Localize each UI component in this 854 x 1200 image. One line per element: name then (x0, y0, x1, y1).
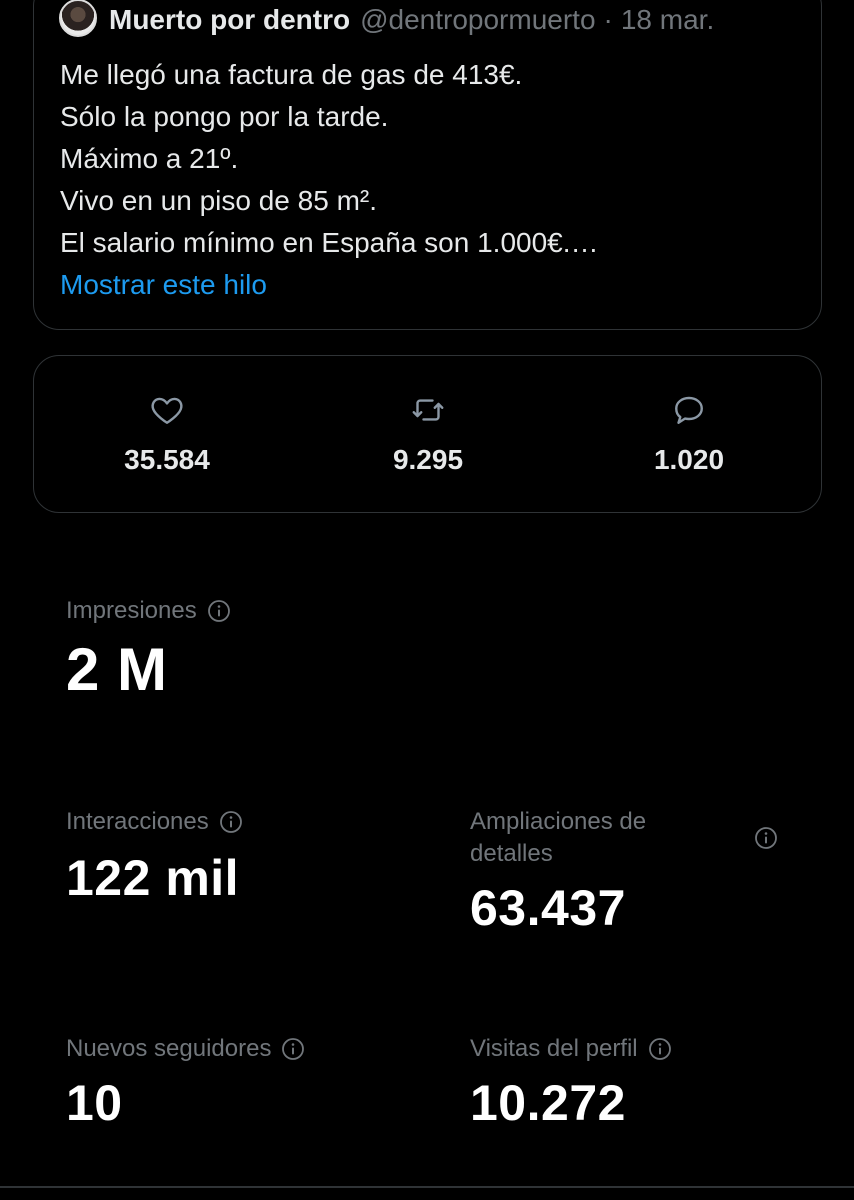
new-followers-label: Nuevos seguidores (66, 1035, 272, 1062)
tweet-text-line: El salario mínimo en España son 1.000€.… (60, 227, 599, 258)
interactions-label: Interacciones (66, 808, 209, 835)
tweet-text-line: Máximo a 21º. (60, 143, 239, 174)
divider (0, 1186, 854, 1188)
profile-visits-label-row: Visitas del perfil (470, 1033, 672, 1065)
detail-expands-metric: Ampliaciones de detalles 63.437 (470, 806, 800, 938)
replies-count: 1.020 (653, 444, 725, 475)
profile-visits-metric: Visitas del perfil 10.272 (470, 1033, 672, 1133)
retweets-count: 9.295 (392, 444, 464, 475)
impressions-metric: Impresiones 2 M (66, 595, 231, 705)
profile-visits-value: 10.272 (470, 1075, 626, 1131)
show-thread-link[interactable]: Mostrar este hilo (60, 265, 267, 305)
header-separator: · (603, 4, 613, 35)
info-icon[interactable] (754, 826, 778, 850)
profile-visits-label: Visitas del perfil (470, 1035, 638, 1062)
interactions-label-row: Interacciones (66, 806, 243, 838)
tweet-header: Muerto por dentro @dentropormuerto · 18 … (59, 0, 714, 38)
new-followers-label-row: Nuevos seguidores (66, 1033, 305, 1065)
detail-expands-label-line2: detalles (470, 840, 553, 867)
author-name[interactable]: Muerto por dentro (109, 4, 350, 36)
info-icon[interactable] (219, 810, 243, 834)
impressions-label-row: Impresiones (66, 595, 231, 627)
heart-icon (151, 397, 183, 424)
engagement-box: 35.584 9.295 1.020 (33, 355, 822, 513)
detail-expands-label-line1: Ampliaciones de (470, 808, 647, 835)
interactions-value: 122 mil (66, 850, 240, 906)
new-followers-metric: Nuevos seguidores 10 (66, 1033, 305, 1133)
new-followers-value: 10 (66, 1075, 123, 1131)
info-icon[interactable] (648, 1037, 672, 1061)
retweet-icon (412, 399, 444, 421)
interactions-metric: Interacciones 122 mil (66, 806, 243, 908)
tweet-text-line: Vivo en un piso de 85 m². (60, 185, 378, 216)
detail-expands-value: 63.437 (470, 880, 626, 936)
likes-count: 35.584 (124, 444, 210, 475)
tweet-text-line: Sólo la pongo por la tarde. (60, 101, 389, 132)
likes-stat[interactable]: 35.584 (67, 356, 267, 512)
detail-expands-label: Ampliaciones de detalles (470, 806, 800, 870)
tweet-text-line: Me llegó una factura de gas de 413€. (60, 59, 523, 90)
retweets-stat[interactable]: 9.295 (328, 356, 528, 512)
tweet-date[interactable]: 18 mar. (621, 4, 714, 36)
info-icon[interactable] (281, 1037, 305, 1061)
author-handle[interactable]: @dentropormuerto (360, 4, 595, 36)
info-icon[interactable] (207, 599, 231, 623)
impressions-value: 2 M (66, 636, 168, 703)
reply-icon (675, 396, 703, 424)
tweet-analytics-page: Muerto por dentro @dentropormuerto · 18 … (0, 0, 854, 1200)
replies-stat[interactable]: 1.020 (589, 356, 789, 512)
tweet-text: Me llegó una factura de gas de 413€. Sól… (60, 54, 800, 264)
impressions-label: Impresiones (66, 597, 197, 624)
avatar[interactable] (59, 0, 97, 37)
